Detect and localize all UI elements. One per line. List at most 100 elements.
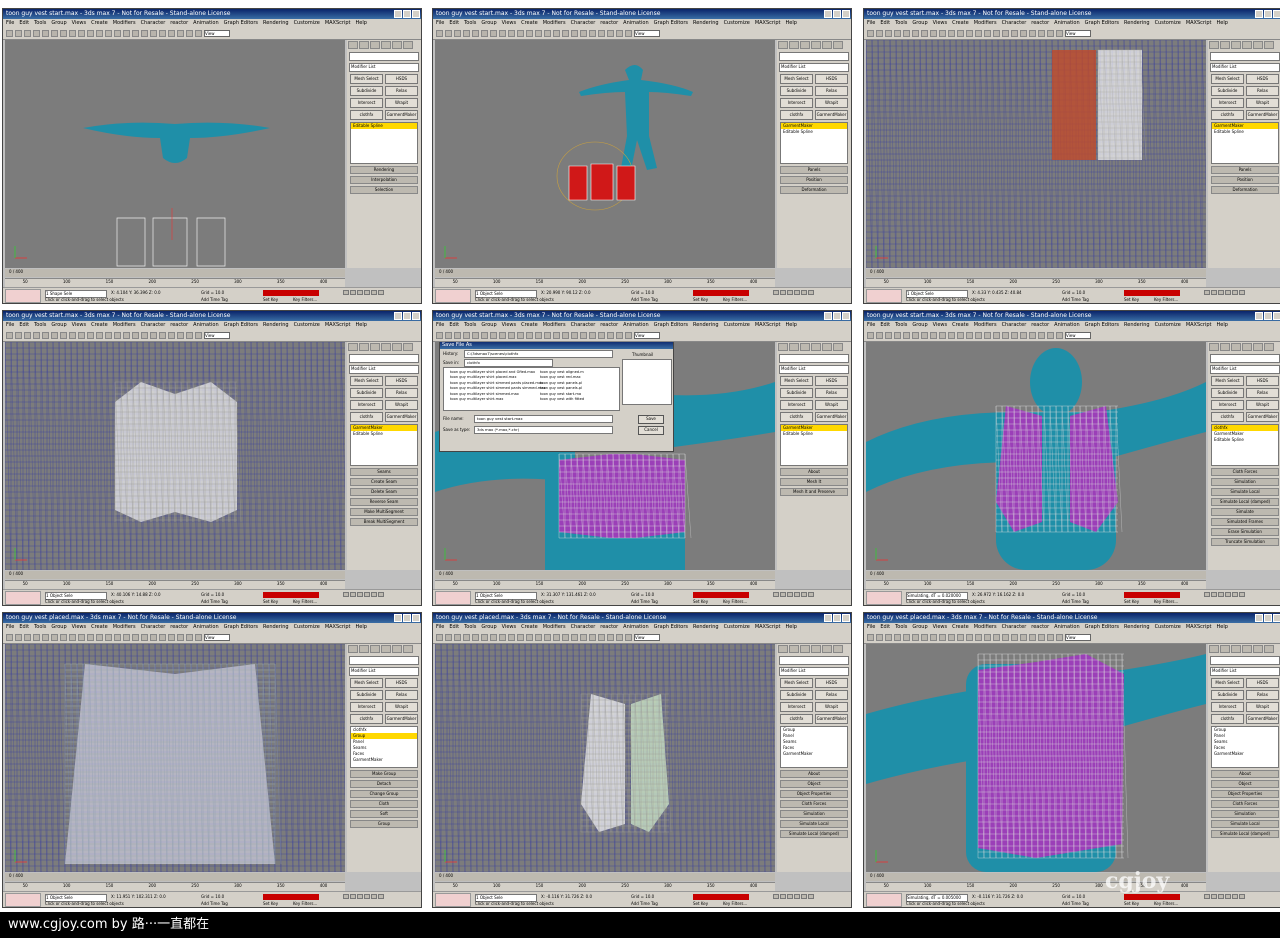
key-filters-button[interactable]: Key Filters... xyxy=(1154,599,1178,604)
rollout-button[interactable]: Cloth xyxy=(350,800,418,808)
playback-button[interactable] xyxy=(364,290,370,295)
menu-item[interactable]: Character xyxy=(571,623,596,632)
menu-item[interactable]: Animation xyxy=(193,321,219,330)
rollout-button[interactable]: Simulation xyxy=(780,810,848,818)
menu-item[interactable]: Help xyxy=(355,321,366,330)
window-controls[interactable] xyxy=(394,10,420,18)
modifier-stack[interactable]: Group Panel Seams Faces GarmentMaker xyxy=(780,726,848,768)
toolbar-icon[interactable] xyxy=(1056,30,1063,37)
toolbar-icon[interactable] xyxy=(966,634,973,641)
toolbar-icon[interactable] xyxy=(508,30,515,37)
toolbar-icon[interactable] xyxy=(975,634,982,641)
menu-item[interactable]: Create xyxy=(952,623,969,632)
playback-button[interactable] xyxy=(1225,290,1231,295)
perspective-viewport[interactable] xyxy=(5,342,345,570)
rollout-button[interactable]: Erase Simulation xyxy=(1211,528,1279,536)
set-key-button[interactable]: Set Key xyxy=(1124,901,1139,906)
set-key-button[interactable]: Set Key xyxy=(693,901,708,906)
toolbar-icon[interactable] xyxy=(195,30,202,37)
command-tab[interactable] xyxy=(392,645,402,653)
toolbar-icon[interactable] xyxy=(159,634,166,641)
playback-button[interactable] xyxy=(780,894,786,899)
key-filters-button[interactable]: Key Filters... xyxy=(293,599,317,604)
close-button[interactable] xyxy=(1273,312,1280,320)
modifier-button[interactable]: Mesh Select xyxy=(780,376,813,386)
menu-item[interactable]: File xyxy=(867,321,875,330)
toolbar-icon[interactable] xyxy=(141,30,148,37)
rollout-button[interactable]: Simulate Local (damped) xyxy=(1211,830,1279,838)
add-time-tag[interactable]: Add Time Tag xyxy=(631,599,658,604)
playback-button[interactable] xyxy=(364,894,370,899)
playback-button[interactable] xyxy=(787,894,793,899)
coordinate-readout[interactable]: X: -0.116 Y: 31.726 Z: 0.0 xyxy=(541,894,592,899)
toolbar-icon[interactable] xyxy=(1056,332,1063,339)
track-bar[interactable]: 50 100 150 200 250 300 350 400 xyxy=(5,882,345,891)
viewport-scene[interactable] xyxy=(866,644,1206,872)
menu-item[interactable]: Tools xyxy=(34,321,46,330)
time-slider[interactable]: 0 / 400 xyxy=(5,269,345,277)
toolbar-icon[interactable] xyxy=(975,332,982,339)
menu-item[interactable]: Create xyxy=(521,321,538,330)
modifier-list-dropdown[interactable]: Modifier List xyxy=(779,63,849,72)
toolbar-icon[interactable] xyxy=(517,332,524,339)
modifier-button[interactable]: HSDS xyxy=(385,376,418,386)
modifier-button[interactable]: clothfx xyxy=(780,412,813,422)
modifier-button[interactable]: Subdivide xyxy=(350,690,383,700)
playback-button[interactable] xyxy=(808,290,814,295)
command-tab[interactable] xyxy=(1231,645,1241,653)
command-tab[interactable] xyxy=(800,343,810,351)
playback-button[interactable] xyxy=(357,894,363,899)
modifier-list-dropdown[interactable]: Modifier List xyxy=(1210,667,1280,676)
menu-item[interactable]: Customize xyxy=(294,623,320,632)
rollout-button[interactable]: Mesh It and Preserve xyxy=(780,488,848,496)
command-tab[interactable] xyxy=(403,645,413,653)
toolbar-icon[interactable] xyxy=(571,332,578,339)
toolbar-icon[interactable] xyxy=(616,332,623,339)
toolbar-icon[interactable] xyxy=(150,30,157,37)
playback-button[interactable] xyxy=(378,592,384,597)
toolbar-icon[interactable] xyxy=(1029,634,1036,641)
toolbar-icon[interactable] xyxy=(445,634,452,641)
stack-item[interactable]: GarmentMaker xyxy=(1212,751,1278,757)
menu-item[interactable]: MAXScript xyxy=(325,623,351,632)
rollout-button[interactable]: Interpolation xyxy=(350,176,418,184)
modifier-button[interactable]: Mesh Select xyxy=(1211,678,1244,688)
toolbar-icon[interactable] xyxy=(6,332,13,339)
toolbar-icon[interactable] xyxy=(445,30,452,37)
toolbar-icon[interactable] xyxy=(607,30,614,37)
menu-item[interactable]: File xyxy=(867,623,875,632)
modifier-button[interactable]: Subdivide xyxy=(1211,86,1244,96)
command-tab[interactable] xyxy=(1231,343,1241,351)
minimize-button[interactable] xyxy=(394,614,402,622)
command-tab[interactable] xyxy=(1264,343,1274,351)
toolbar-icon[interactable] xyxy=(867,634,874,641)
toolbar-icon[interactable] xyxy=(490,332,497,339)
toolbar-icon[interactable] xyxy=(562,30,569,37)
toolbar-icon[interactable] xyxy=(15,634,22,641)
command-tab[interactable] xyxy=(822,41,832,49)
rollout-button[interactable]: Deformation xyxy=(780,186,848,194)
menu-item[interactable]: Views xyxy=(933,19,947,28)
toolbar-icon[interactable] xyxy=(598,30,605,37)
toolbar-icon[interactable] xyxy=(984,30,991,37)
command-tab[interactable] xyxy=(1264,41,1274,49)
save-button[interactable]: Save xyxy=(638,415,664,424)
modifier-button[interactable]: GarmentMaker xyxy=(815,412,848,422)
command-tab[interactable] xyxy=(822,343,832,351)
command-tab[interactable] xyxy=(1242,645,1252,653)
menu-item[interactable]: Rendering xyxy=(693,321,719,330)
rollout-button[interactable]: About xyxy=(780,468,848,476)
toolbar-icon[interactable] xyxy=(150,634,157,641)
playback-button[interactable] xyxy=(1239,592,1245,597)
toolbar-icon[interactable] xyxy=(957,332,964,339)
command-tab[interactable] xyxy=(1220,41,1230,49)
menu-item[interactable]: Modifiers xyxy=(543,321,566,330)
toolbar-icon[interactable] xyxy=(141,332,148,339)
toolbar-icon[interactable] xyxy=(517,634,524,641)
command-tab[interactable] xyxy=(381,41,391,49)
toolbar-icon[interactable] xyxy=(930,634,937,641)
menu-item[interactable]: Edit xyxy=(880,623,890,632)
rollout-button[interactable]: Truncate Simulation xyxy=(1211,538,1279,546)
playback-button[interactable] xyxy=(808,592,814,597)
command-tab[interactable] xyxy=(833,343,843,351)
